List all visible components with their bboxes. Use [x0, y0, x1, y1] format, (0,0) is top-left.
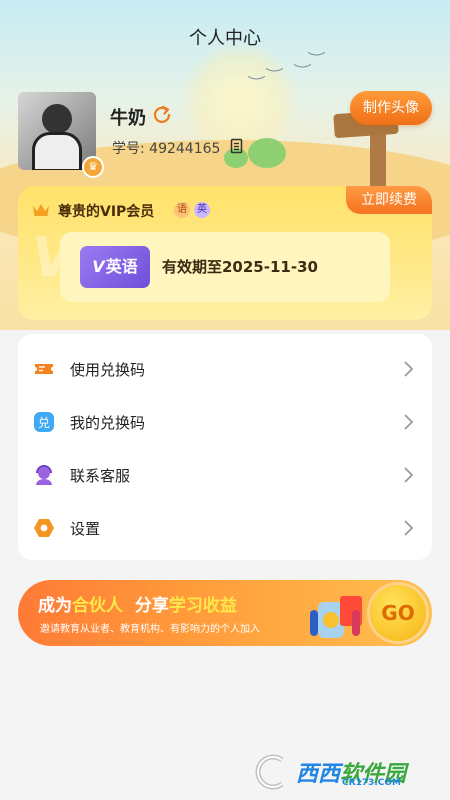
crown-icon — [33, 204, 49, 216]
redeem-code-icon: 兑 — [34, 412, 54, 432]
settings-icon — [34, 519, 54, 537]
customer-service-icon — [36, 465, 52, 485]
english-course-badge: V英语 — [80, 246, 150, 288]
avatar-head — [42, 104, 72, 134]
chevron-right-icon — [404, 414, 414, 430]
validity-date: 有效期至2025-11-30 — [162, 258, 318, 276]
vip-title: 尊贵的VIP会员 — [58, 204, 155, 220]
site-watermark: 西西软件园 CR173.COM — [252, 752, 432, 792]
watermark-logo-icon — [255, 754, 284, 790]
menu-item-label: 我的兑换码 — [70, 414, 146, 432]
chevron-right-icon — [404, 520, 414, 536]
menu-list: 使用兑换码 兑 我的兑换码 联系客服 设置 — [18, 334, 432, 560]
bush — [248, 138, 286, 168]
avatar-body — [32, 132, 82, 170]
menu-item-label: 设置 — [70, 520, 101, 538]
person-illustration — [310, 610, 318, 636]
partner-title-part2: 分享 — [134, 596, 169, 616]
refresh-icon[interactable] — [152, 104, 172, 124]
renew-button[interactable]: 立即续费 — [346, 186, 432, 214]
course-name: 英语 — [105, 257, 138, 276]
crown-badge-icon: ♛ — [82, 156, 104, 178]
menu-item-use-code[interactable]: 使用兑换码 — [18, 342, 432, 395]
tag-chinese: 语 — [174, 202, 190, 218]
partner-title: 成为合伙人 分享学习收益 — [38, 591, 237, 616]
student-id-label: 学号: — [112, 141, 145, 157]
vip-course-panel: V英语 有效期至2025-11-30 — [60, 232, 390, 302]
menu-item-label: 联系客服 — [70, 467, 131, 485]
student-id-value: 49244165 — [149, 141, 221, 157]
svg-text:兑: 兑 — [38, 416, 50, 430]
partner-title-part1: 成为 — [38, 596, 72, 616]
watermark-url: CR173.COM — [342, 778, 401, 788]
partner-title-highlight1: 合伙人 — [72, 596, 123, 616]
partner-banner[interactable]: 成为合伙人 分享学习收益 邀请教育从业者、教育机构、有影响力的个人加入 GO — [18, 580, 432, 646]
watermark-brand-a: 西西 — [296, 762, 341, 787]
menu-item-settings[interactable]: 设置 — [18, 501, 432, 554]
partner-title-highlight2: 学习收益 — [168, 596, 237, 616]
person-illustration — [352, 610, 360, 636]
chevron-right-icon — [404, 467, 414, 483]
menu-item-customer-service[interactable]: 联系客服 — [18, 448, 432, 501]
vip-card: VIP 尊贵的VIP会员 语 英 立即续费 V英语 有效期至2025-11-30 — [18, 186, 432, 320]
page-title: 个人中心 — [189, 28, 261, 49]
menu-item-my-codes[interactable]: 兑 我的兑换码 — [18, 395, 432, 448]
bird-icon: ︶ — [265, 68, 284, 83]
vip-v-icon: V — [92, 257, 105, 276]
go-button[interactable]: GO — [370, 585, 426, 641]
tag-english: 英 — [194, 202, 210, 218]
menu-item-label: 使用兑换码 — [70, 361, 146, 379]
bird-icon: ︶ — [293, 64, 312, 79]
partner-subtitle: 邀请教育从业者、教育机构、有影响力的个人加入 — [40, 624, 260, 635]
student-id: 学号: 49244165 — [112, 138, 220, 158]
copy-icon[interactable] — [230, 138, 244, 154]
bird-icon: ︶ — [247, 76, 266, 91]
username: 牛奶 — [110, 108, 146, 129]
ticket-icon — [35, 364, 53, 374]
make-avatar-button[interactable]: 制作头像 — [350, 91, 432, 125]
chevron-right-icon — [404, 361, 414, 377]
